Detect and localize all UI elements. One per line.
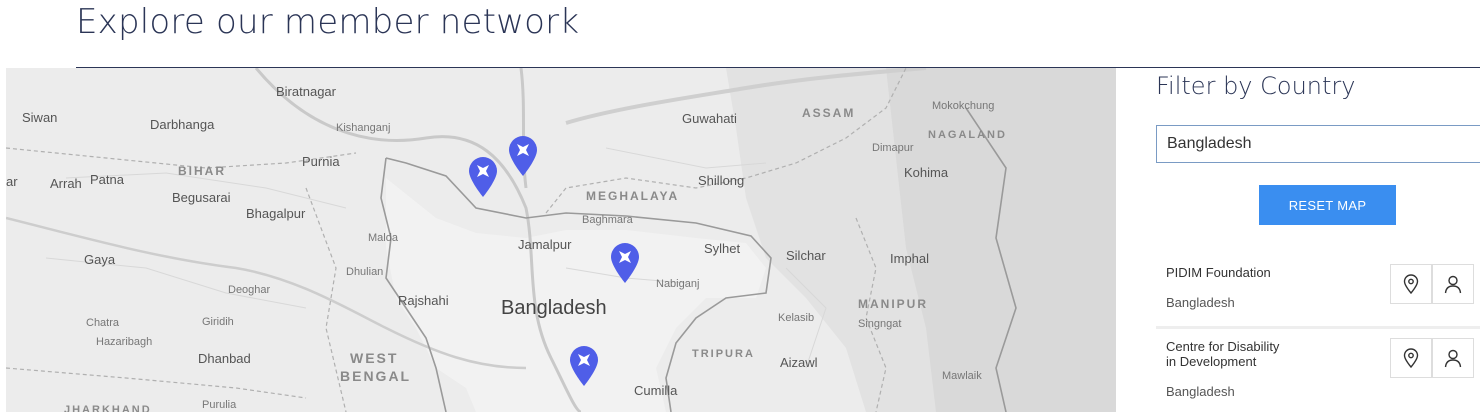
member-card: Centre for Disability in Development Ban… <box>1156 330 1480 412</box>
map-label-city: Arrah <box>50 176 82 191</box>
page-title: Explore our member network <box>76 2 580 42</box>
map-label-city: Giridih <box>202 316 234 328</box>
map-label-city: Baghmara <box>582 214 633 226</box>
map-label-city: Jamalpur <box>518 237 572 252</box>
map-label-city: Malda <box>368 232 398 244</box>
map-label-city: Nabiganj <box>656 278 700 290</box>
view-profile-button[interactable] <box>1432 338 1474 378</box>
map-label-region: JHARKHAND <box>64 404 152 412</box>
map-marker-icon[interactable] <box>507 135 539 177</box>
map-label-city: Shillong <box>698 173 745 188</box>
map-label-city: Hazaribagh <box>96 336 153 348</box>
map-label-country: Bangladesh <box>501 297 607 319</box>
person-icon <box>1444 275 1462 294</box>
map-label-region: ASSAM <box>802 106 856 120</box>
map-label-region: MEGHALAYA <box>586 189 680 203</box>
view-profile-button[interactable] <box>1432 264 1474 304</box>
map-marker-icon[interactable] <box>568 345 600 387</box>
map-label-city: ar <box>6 174 18 189</box>
map-label-city: Dhanbad <box>198 351 251 366</box>
map-label-city: Guwahati <box>682 111 737 126</box>
map-label-city: Cumilla <box>634 383 678 398</box>
map-label-city: Purnia <box>302 154 340 169</box>
country-filter-input[interactable] <box>1156 125 1480 163</box>
map-label-city: Gaya <box>84 252 116 267</box>
member-country: Bangladesh <box>1166 295 1235 310</box>
map-label-city: Singngat <box>858 318 902 330</box>
map-label-city: Dhulian <box>346 266 384 278</box>
map-label-city: Deoghar <box>228 284 271 296</box>
map-label-city: Imphal <box>890 251 930 266</box>
map-label-city: Chatra <box>86 317 120 329</box>
map-label-city: Aizawl <box>780 355 818 370</box>
card-divider <box>1156 326 1480 329</box>
map-label-city: Mawlaik <box>942 370 982 382</box>
map-label-city: Darbhanga <box>150 117 215 132</box>
map-label-city: Kelasib <box>778 312 815 324</box>
show-on-map-button[interactable] <box>1390 264 1432 304</box>
map-label-region: BENGAL <box>340 368 412 384</box>
map-label-region: TRIPURA <box>692 348 755 360</box>
map-label-city: Biratnagar <box>276 84 336 99</box>
filter-heading: Filter by Country <box>1156 72 1356 100</box>
map-label-city: Siwan <box>22 110 58 125</box>
map-label-city: Rajshahi <box>398 293 449 308</box>
map-marker-icon[interactable] <box>609 242 641 284</box>
map-label-city: Purulia <box>202 399 237 411</box>
map-label-city: Mokokchung <box>932 100 995 112</box>
map-label-region: BIHAR <box>178 164 226 178</box>
map-label-city: Kohima <box>904 165 949 180</box>
map-label-city: Kishanganj <box>336 122 391 134</box>
member-card: PIDIM Foundation Bangladesh <box>1156 256 1480 326</box>
member-name: Centre for Disability in Development <box>1166 339 1280 369</box>
map-label-city: Bhagalpur <box>246 206 306 221</box>
member-map[interactable]: Biratnagar Siwan Darbhanga Kishanganj Pu… <box>6 68 1116 412</box>
map-label-city: Silchar <box>786 248 826 263</box>
map-label-region: NAGALAND <box>928 129 1007 141</box>
filter-sidebar: Filter by Country RESET MAP PIDIM Founda… <box>1138 68 1480 412</box>
person-icon <box>1444 349 1462 368</box>
map-label-region: WEST <box>350 350 399 366</box>
member-name: PIDIM Foundation <box>1166 265 1271 280</box>
map-label-city: Begusarai <box>172 190 231 205</box>
map-label-city: Dimapur <box>872 142 914 154</box>
location-pin-icon <box>1403 274 1419 294</box>
map-label-region: MANIPUR <box>858 297 928 311</box>
map-marker-icon[interactable] <box>467 156 499 198</box>
member-country: Bangladesh <box>1166 384 1235 399</box>
show-on-map-button[interactable] <box>1390 338 1432 378</box>
location-pin-icon <box>1403 348 1419 368</box>
map-label-city: Patna <box>90 172 124 187</box>
map-label-city: Sylhet <box>704 241 741 256</box>
reset-map-button[interactable]: RESET MAP <box>1259 185 1396 225</box>
